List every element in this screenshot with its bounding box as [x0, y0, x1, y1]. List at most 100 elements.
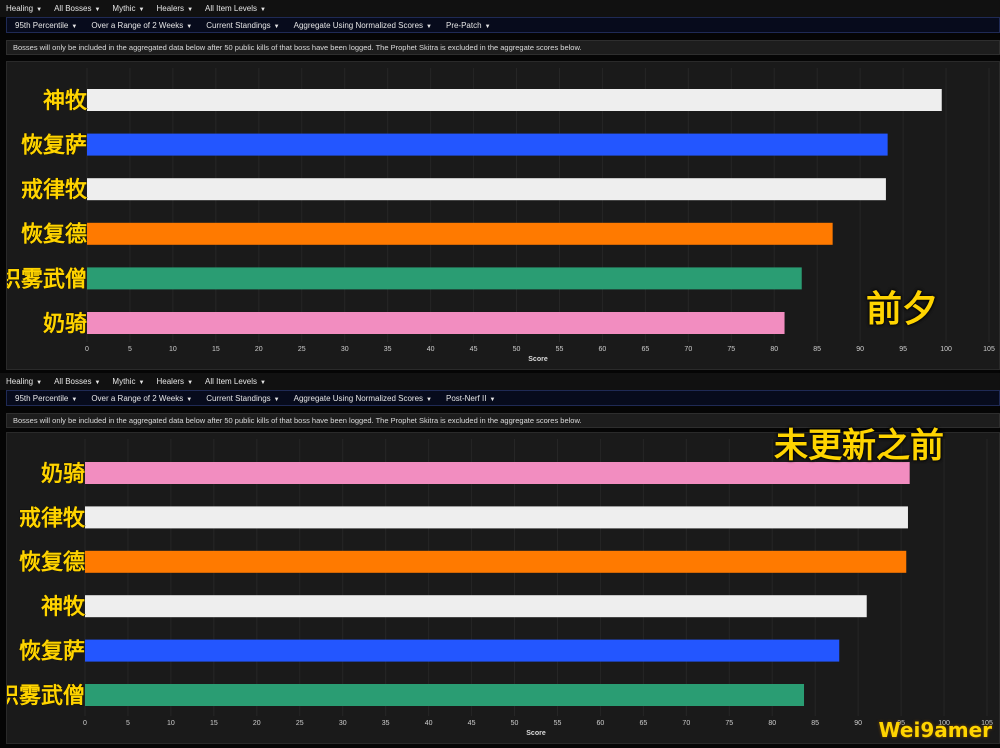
x-tick-label-6: 30	[341, 346, 349, 353]
filter-item-1[interactable]: Over a Range of 2 Weeks ▼	[91, 21, 192, 30]
filter-item-3[interactable]: Aggregate Using Normalized Scores ▼	[294, 394, 432, 403]
category-label-4: 恢复萨	[19, 639, 85, 665]
x-tick-label-17: 85	[813, 346, 821, 353]
caret-down-icon: ▼	[260, 7, 266, 13]
x-tick-label-16: 80	[768, 720, 776, 727]
caret-down-icon: ▼	[273, 396, 280, 403]
x-tick-label-10: 50	[513, 346, 521, 353]
filter-item-1[interactable]: Over a Range of 2 Weeks ▼	[91, 394, 192, 403]
menu-item-3[interactable]: Healers ▼	[156, 377, 193, 386]
x-tick-label-20: 100	[940, 346, 952, 353]
menu-item-label: Healers	[156, 4, 185, 13]
caret-down-icon: ▼	[187, 380, 194, 386]
menu-item-0[interactable]: Healing ▼	[6, 4, 42, 13]
menu-item-label: All Bosses	[54, 4, 92, 13]
filter-item-label: Current Standings	[206, 393, 271, 403]
filter-item-3[interactable]: Aggregate Using Normalized Scores ▼	[294, 21, 432, 30]
menu-item-4[interactable]: All Item Levels ▼	[205, 4, 266, 13]
caret-down-icon: ▼	[426, 396, 432, 403]
caret-down-icon: ▼	[489, 396, 496, 403]
menu-item-3[interactable]: Healers ▼	[156, 4, 193, 13]
filter-item-label: Over a Range of 2 Weeks	[91, 20, 184, 30]
caret-down-icon: ▼	[186, 396, 193, 403]
x-axis-title: Score	[526, 730, 546, 737]
x-tick-label-19: 95	[899, 346, 907, 353]
x-tick-label-4: 20	[253, 720, 261, 727]
filter-item-2[interactable]: Current Standings ▼	[206, 21, 279, 30]
x-tick-label-5: 25	[298, 346, 306, 353]
bar-3	[87, 222, 833, 245]
x-tick-label-15: 75	[725, 720, 733, 727]
caret-down-icon: ▼	[426, 23, 432, 30]
bottom-menubar: Healing ▼ All Bosses ▼ Mythic ▼ Healers ▼ All It…	[0, 373, 1000, 390]
caret-down-icon: ▼	[186, 23, 193, 30]
category-label-2: 戒律牧	[21, 177, 88, 203]
caret-down-icon: ▼	[273, 23, 280, 30]
x-tick-label-0: 0	[85, 346, 89, 353]
menu-item-label: Mythic	[112, 4, 136, 13]
menu-item-2[interactable]: Mythic ▼	[112, 377, 144, 386]
x-tick-label-0: 0	[83, 720, 87, 727]
pre-patch-panel: Healing ▼ All Bosses ▼ Mythic ▼ Healers ▼ All It…	[0, 0, 1000, 372]
x-tick-label-2: 10	[167, 720, 175, 727]
caret-down-icon: ▼	[138, 7, 145, 13]
filter-item-label: 95th Percentile	[15, 20, 69, 30]
x-tick-label-14: 70	[684, 346, 692, 353]
menu-item-1[interactable]: All Bosses ▼	[54, 377, 100, 386]
category-label-2: 恢复德	[19, 550, 85, 576]
menu-item-label: Healing	[6, 377, 34, 386]
x-tick-label-4: 20	[255, 346, 263, 353]
bar-3	[85, 595, 867, 618]
x-tick-label-18: 90	[856, 346, 864, 353]
menu-item-4[interactable]: All Item Levels ▼	[205, 377, 266, 386]
filter-item-0[interactable]: 95th Percentile ▼	[15, 21, 77, 30]
x-tick-label-16: 80	[770, 346, 778, 353]
bar-2	[85, 550, 907, 573]
top-filterbar: 95th Percentile ▼ Over a Range of 2 Weeks ▼…	[6, 17, 1000, 33]
watermark-logo: Wei9amer	[878, 718, 992, 742]
filter-item-label: Aggregate Using Normalized Scores	[293, 393, 424, 403]
bottom-bar-chart: 奶骑戒律牧恢复德神牧恢复萨织雾武僧 0 5 10 15 20 25 30 35 40 45 50 55 6…	[7, 439, 993, 737]
filter-item-label: 95th Percentile	[15, 393, 69, 403]
x-tick-label-11: 55	[556, 346, 564, 353]
filter-item-label: Over a Range of 2 Weeks	[91, 393, 184, 403]
filter-item-label: Aggregate Using Normalized Scores	[293, 20, 424, 30]
filter-item-0[interactable]: 95th Percentile ▼	[15, 394, 77, 403]
filter-item-4[interactable]: Pre-Patch ▼	[446, 21, 491, 30]
category-label-1: 戒律牧	[19, 505, 86, 531]
category-label-0: 奶骑	[41, 461, 85, 487]
x-tick-label-11: 55	[554, 720, 562, 727]
category-label-3: 神牧	[41, 594, 86, 620]
x-tick-label-8: 40	[427, 346, 435, 353]
caret-down-icon: ▼	[138, 380, 145, 386]
x-tick-label-12: 60	[597, 720, 605, 727]
x-tick-label-1: 5	[126, 720, 130, 727]
menu-item-label: All Item Levels	[205, 4, 258, 13]
caret-down-icon: ▼	[71, 23, 78, 30]
menu-item-1[interactable]: All Bosses ▼	[54, 4, 100, 13]
bottom-chart-box: 奶骑 戒律牧 恢复德 神牧 恢复萨 织雾武僧 0 5 10 15 20 25 30 35 40 45 50 55 6…	[6, 432, 1000, 744]
menu-item-label: All Bosses	[54, 377, 92, 386]
filter-item-label: Post-Nerf II	[445, 393, 487, 403]
caret-down-icon: ▼	[71, 396, 78, 403]
x-tick-label-7: 35	[384, 346, 392, 353]
caret-down-icon: ▼	[36, 380, 43, 386]
x-tick-label-13: 65	[641, 346, 649, 353]
x-tick-label-21: 105	[983, 346, 995, 353]
filter-item-label: Current Standings	[206, 20, 271, 30]
x-tick-label-5: 25	[296, 720, 304, 727]
menu-item-2[interactable]: Mythic ▼	[112, 4, 144, 13]
filter-item-4[interactable]: Post-Nerf II ▼	[446, 394, 495, 403]
menu-item-label: Mythic	[112, 377, 136, 386]
caret-down-icon: ▼	[94, 7, 101, 13]
bar-1	[87, 133, 888, 156]
x-tick-label-3: 15	[212, 346, 220, 353]
filter-item-2[interactable]: Current Standings ▼	[206, 394, 279, 403]
x-tick-label-14: 70	[682, 720, 690, 727]
x-tick-label-15: 75	[727, 346, 735, 353]
x-tick-label-17: 85	[811, 720, 819, 727]
bar-2	[87, 178, 886, 201]
x-tick-label-7: 35	[382, 720, 390, 727]
top-overlay-caption: 前夕	[866, 289, 939, 330]
menu-item-0[interactable]: Healing ▼	[6, 377, 42, 386]
